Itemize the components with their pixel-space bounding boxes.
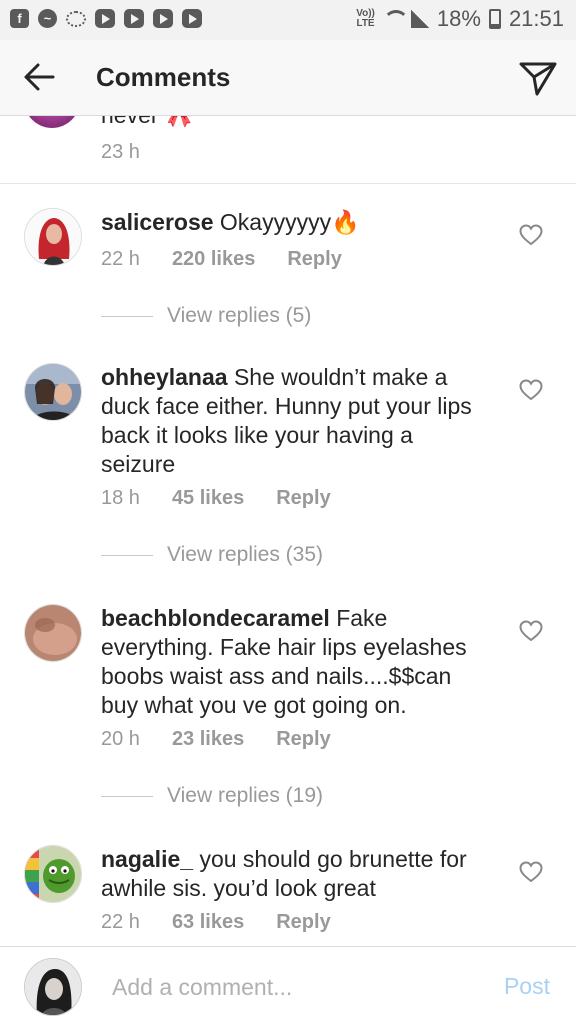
comment-time: 23 h: [101, 141, 140, 163]
reply-button[interactable]: Reply: [287, 248, 341, 271]
view-replies-button[interactable]: View replies (35): [101, 543, 323, 567]
view-replies-label: View replies (19): [167, 784, 324, 807]
avatar[interactable]: [24, 604, 82, 662]
like-button[interactable]: [519, 620, 543, 642]
cloud-icon: [66, 10, 86, 27]
heart-icon: [519, 224, 543, 246]
comment-text: Okayyyyyy🔥: [219, 209, 360, 235]
signal-icon: [410, 10, 429, 28]
current-user-avatar: [24, 958, 82, 1016]
battery-fill: [490, 24, 499, 27]
avatar-image: [25, 209, 81, 265]
comment-meta: 18 h 45 likes Reply: [101, 487, 331, 510]
like-button[interactable]: [519, 379, 543, 401]
wifi-icon: [382, 10, 409, 28]
reply-button[interactable]: Reply: [276, 728, 330, 751]
likes-count[interactable]: 220 likes: [172, 248, 255, 271]
comment-time: 22 h: [101, 248, 140, 270]
comments-list[interactable]: never 🎀 23 h salicerose Okayyyyyy🔥 22 h …: [0, 116, 576, 946]
battery-icon: [488, 9, 501, 29]
avatar-image: [25, 364, 81, 420]
youtube-icon: [153, 9, 173, 28]
view-replies-label: View replies (35): [167, 543, 324, 566]
clock: 21:51: [508, 6, 564, 31]
divider-line: [101, 315, 153, 317]
divider-line: [101, 554, 153, 556]
comment-input[interactable]: [112, 969, 482, 1005]
header-bar: Comments: [0, 40, 576, 116]
avatar-image: [25, 605, 81, 661]
comment-time: 20 h: [101, 728, 140, 750]
likes-count[interactable]: 45 likes: [172, 487, 244, 510]
comment-text-block: nagalie_ you should go brunette for awhi…: [101, 845, 491, 903]
heart-icon: [519, 861, 543, 883]
avatar[interactable]: [24, 845, 82, 903]
like-button[interactable]: [519, 224, 543, 246]
back-button[interactable]: [22, 60, 56, 94]
partial-comment: never 🎀 23 h: [0, 116, 576, 184]
add-comment-bar: Post: [0, 946, 576, 1024]
back-arrow-icon: [24, 63, 55, 91]
system-indicators: Vo)) LTE 18% 21:51: [356, 6, 564, 32]
comment-meta: 22 h 63 likes Reply: [101, 911, 331, 934]
comment-text: never 🎀: [101, 116, 194, 129]
comment-time: 18 h: [101, 487, 140, 509]
messenger-icon: ~: [38, 9, 57, 28]
comment-username[interactable]: beachblondecaramel: [101, 605, 330, 631]
comment-username[interactable]: ohheylanaa: [101, 364, 228, 390]
avatar[interactable]: [24, 363, 82, 421]
comment-text-block: salicerose Okayyyyyy🔥: [101, 208, 491, 237]
heart-icon: [519, 620, 543, 642]
avatar-image: [25, 959, 81, 1015]
comment-time: 22 h: [101, 911, 140, 933]
comment-text-block: beachblondecaramel Fake everything. Fake…: [101, 604, 491, 720]
comment-meta: 20 h 23 likes Reply: [101, 728, 331, 751]
likes-count[interactable]: 23 likes: [172, 728, 244, 751]
avatar[interactable]: [24, 208, 82, 266]
post-button[interactable]: Post: [504, 973, 550, 1000]
view-replies-button[interactable]: View replies (5): [101, 304, 311, 328]
avatar-image: [25, 846, 81, 902]
status-bar: f ~ Vo)) LTE 18% 21:51: [0, 0, 576, 40]
lte-label: LTE: [356, 18, 375, 29]
comment-meta: 22 h 220 likes Reply: [101, 248, 342, 271]
direct-send-icon: [519, 62, 557, 96]
divider-line: [101, 795, 153, 797]
youtube-icon: [95, 9, 115, 28]
reply-button[interactable]: Reply: [276, 911, 330, 934]
notification-icons: f ~: [10, 9, 202, 28]
like-button[interactable]: [519, 861, 543, 883]
youtube-icon: [124, 9, 144, 28]
avatar[interactable]: [24, 116, 80, 128]
view-replies-button[interactable]: View replies (19): [101, 784, 323, 808]
share-button[interactable]: [518, 58, 558, 98]
heart-icon: [519, 379, 543, 401]
comment-username[interactable]: salicerose: [101, 209, 214, 235]
youtube-icon: [182, 9, 202, 28]
facebook-icon: f: [10, 9, 29, 28]
page-title: Comments: [96, 62, 231, 92]
comment-text-block: ohheylanaa She wouldn’t make a duck face…: [101, 363, 491, 479]
likes-count[interactable]: 63 likes: [172, 911, 244, 934]
battery-percent: 18%: [436, 6, 481, 31]
view-replies-label: View replies (5): [167, 304, 312, 327]
volte-indicator: Vo)) LTE: [356, 9, 375, 29]
reply-button[interactable]: Reply: [276, 487, 330, 510]
comment-username[interactable]: nagalie_: [101, 846, 193, 872]
